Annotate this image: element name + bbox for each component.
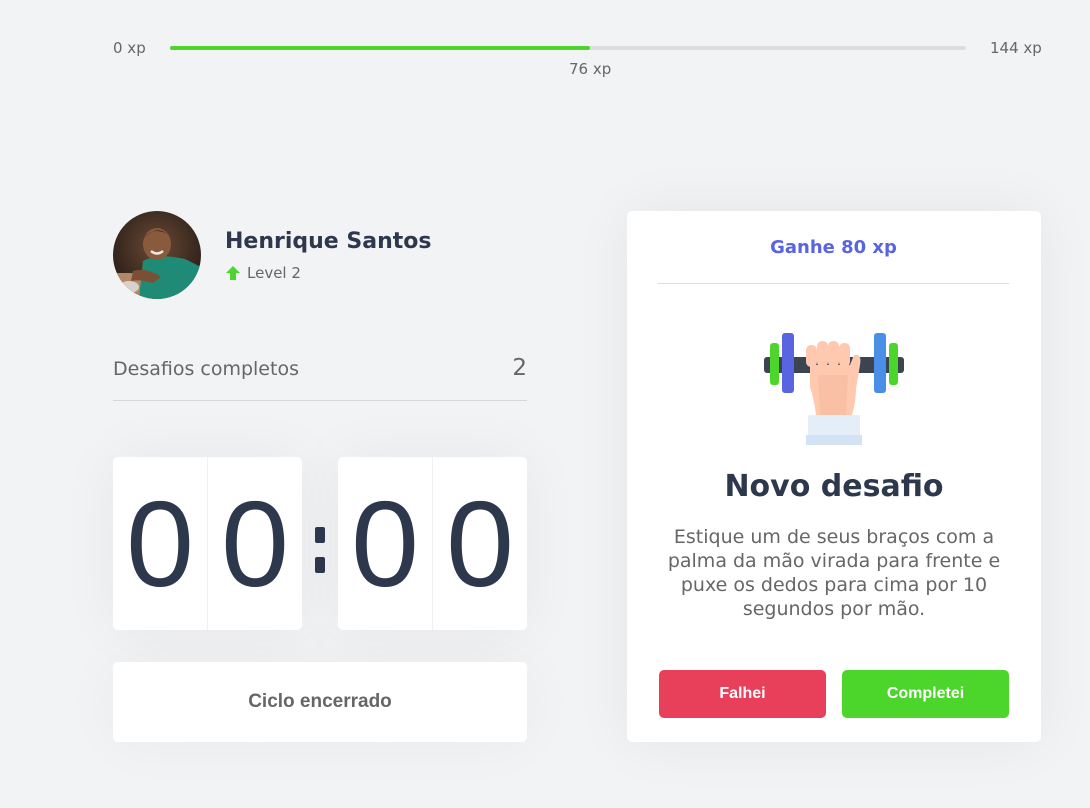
level-label: Level 2 [247,264,301,282]
user-level: Level 2 [225,264,301,282]
seconds-display: 0 0 [338,457,527,630]
fail-button[interactable]: Falhei [659,670,826,718]
xp-current-label: 76 xp [568,60,612,78]
minutes-ones-digit: 0 [221,475,289,612]
xp-max-label: 144 xp [990,39,1042,57]
countdown-separator [313,517,327,577]
completed-challenges: Desafios completos 2 [113,355,527,401]
challenge-card: Ganhe 80 xp Novo desafio Estique um de s… [627,211,1041,742]
complete-button[interactable]: Completei [842,670,1009,718]
cycle-finished-button[interactable]: Ciclo encerrado [113,662,527,742]
minutes-tens-digit: 0 [113,457,208,630]
countdown: 0 0 0 0 [113,457,527,630]
xp-min-label: 0 xp [113,39,146,57]
xp-progress-fill [170,46,591,50]
seconds-ones-digit: 0 [446,475,514,612]
dumbbell-body-icon [764,333,904,445]
completed-challenges-label: Desafios completos [113,358,299,380]
minutes-display: 0 0 [113,457,302,630]
completed-challenges-count: 2 [512,355,527,381]
user-name: Henrique Santos [225,229,432,254]
seconds-tens-digit: 0 [338,457,433,630]
challenge-reward: Ganhe 80 xp [658,211,1009,284]
level-up-arrow-icon [226,266,240,280]
profile: Henrique Santos Level 2 [113,211,527,299]
avatar [113,211,201,299]
xp-track [170,46,966,50]
challenge-title: Novo desafio [724,469,944,504]
experience-bar: 0 xp 76 xp 144 xp [0,0,1090,100]
challenge-description: Estique um de seus braços com a palma da… [667,526,1001,620]
